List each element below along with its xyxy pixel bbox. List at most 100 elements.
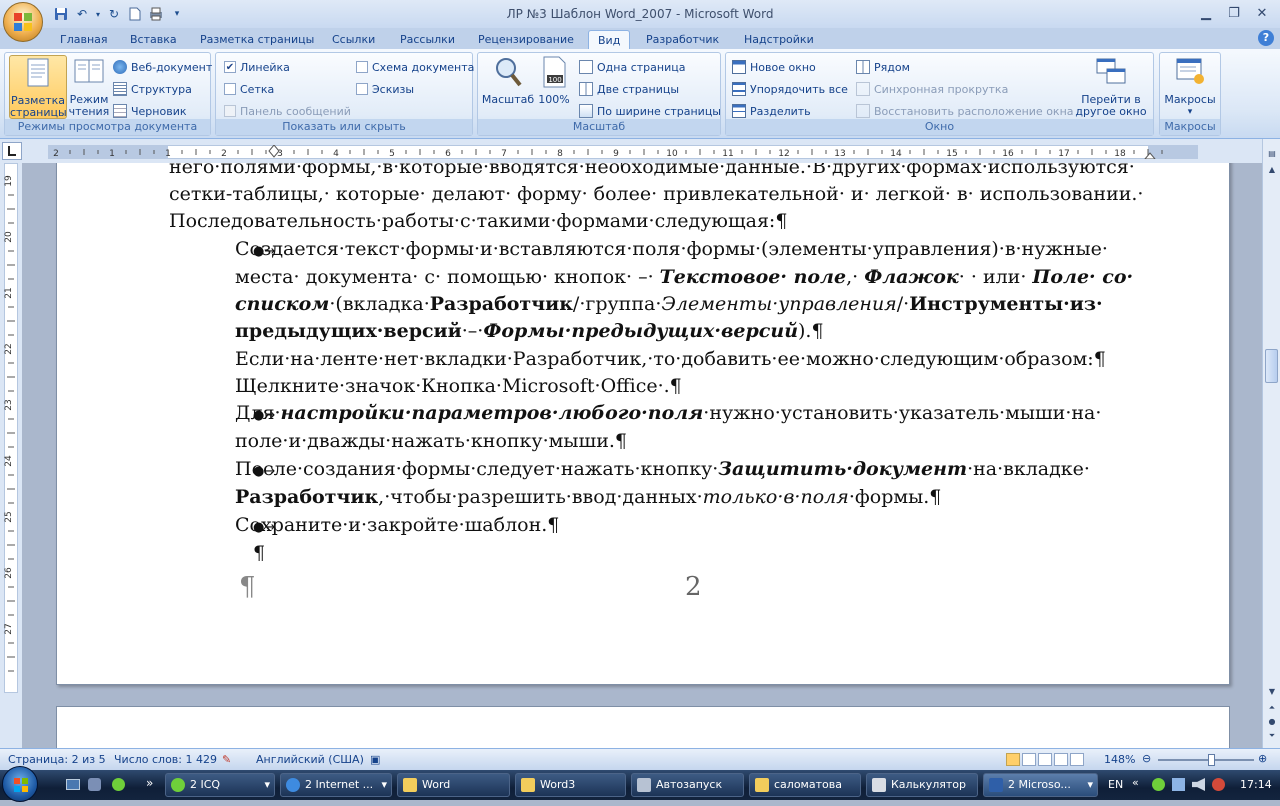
magnifier-icon xyxy=(496,58,522,87)
scrollbar-thumb[interactable] xyxy=(1265,349,1278,383)
taskbar-expand-icon[interactable]: » xyxy=(146,776,153,790)
folder-icon xyxy=(755,778,769,792)
new-window-button[interactable]: Новое окно xyxy=(732,57,816,77)
help-icon[interactable]: ? xyxy=(1258,30,1274,46)
minimize-button[interactable]: ▁ xyxy=(1192,2,1220,24)
scroll-up-arrow-icon[interactable]: ▲ xyxy=(1265,163,1279,177)
tab-home[interactable]: Главная xyxy=(51,30,117,50)
page-layout-button[interactable]: Разметка страницы xyxy=(9,55,67,119)
tab-review[interactable]: Рецензирование xyxy=(469,30,583,50)
close-button[interactable]: ✕ xyxy=(1248,2,1276,24)
macros-icon xyxy=(1176,58,1204,84)
tab-page-layout[interactable]: Разметка страницы xyxy=(191,30,323,50)
volume-tray-icon[interactable] xyxy=(1192,778,1205,791)
zoom-out-icon[interactable]: ⊖ xyxy=(1142,752,1151,765)
taskbar-item-calculator[interactable]: Калькулятор xyxy=(866,773,978,797)
tab-view[interactable]: Вид xyxy=(588,30,631,50)
language-status[interactable]: Английский (США) xyxy=(256,753,364,766)
browse-object-icon[interactable]: ● xyxy=(1265,715,1279,729)
vertical-scrollbar[interactable]: ▤ ▲ ▼ ⏶ ● ⏷ xyxy=(1262,139,1280,748)
message-bar-checkbox[interactable]: Панель сообщений xyxy=(224,101,351,121)
web-layout-button[interactable]: Веб-документ xyxy=(113,57,212,77)
taskbar-item-microsoft-word[interactable]: 2 Microso... ▾ xyxy=(983,773,1098,797)
split-button[interactable]: Разделить xyxy=(732,101,811,121)
taskbar-item-autoplay[interactable]: Автозапуск xyxy=(631,773,744,797)
document-map-checkbox[interactable]: Схема документа xyxy=(356,57,474,77)
horizontal-ruler[interactable]: 2 1 1 2 3 4 5 6 7 8 9 10 11 12 13 14 15 16 17 18 xyxy=(0,139,1280,163)
clock[interactable]: 17:14 xyxy=(1240,778,1272,791)
vertical-ruler[interactable]: 19 20 21 22 23 24 25 26 27 xyxy=(0,163,22,748)
ruler-number: 7 xyxy=(501,149,507,159)
tab-developer[interactable]: Разработчик xyxy=(637,30,728,50)
grid-checkbox[interactable]: Сетка xyxy=(224,79,274,99)
macros-button[interactable]: Макросы ▾ xyxy=(1162,55,1218,119)
synchronous-scrolling-button[interactable]: Синхронная прокрутка xyxy=(856,79,1008,99)
web-layout-icon xyxy=(113,60,127,74)
start-button[interactable] xyxy=(2,766,38,802)
taskbar-item-word-folder[interactable]: Word xyxy=(397,773,510,797)
full-reading-button[interactable]: Режим чтения xyxy=(67,55,111,119)
zoom-button[interactable]: Масштаб xyxy=(480,55,536,119)
page-width-button[interactable]: По ширине страницы xyxy=(579,101,721,121)
network-tray-icon[interactable] xyxy=(1172,778,1185,791)
zoom-in-icon[interactable]: ⊕ xyxy=(1258,752,1267,765)
taskbar-item-word3-folder[interactable]: Word3 xyxy=(515,773,626,797)
taskbar-item-salomatova[interactable]: саломатова xyxy=(749,773,861,797)
document-page[interactable]: него·полями·формы,·в·которые·вводятся·не… xyxy=(56,163,1230,685)
draft-view-icon[interactable] xyxy=(1070,753,1084,766)
view-ruler-toggle-icon[interactable]: ▤ xyxy=(1265,147,1279,161)
two-pages-button[interactable]: Две страницы xyxy=(579,79,679,99)
scroll-down-arrow-icon[interactable]: ▼ xyxy=(1265,685,1279,699)
ruler-number: 5 xyxy=(389,149,395,159)
bullet-line: предыдущих·версий·–·Формы·предыдущих·вер… xyxy=(235,320,824,342)
icq-icon[interactable] xyxy=(112,778,125,791)
input-language[interactable]: EN xyxy=(1108,778,1123,791)
print-layout-view-icon[interactable] xyxy=(1006,753,1020,766)
word-count-status[interactable]: Число слов: 1 429 xyxy=(114,753,217,766)
one-page-button[interactable]: Одна страница xyxy=(579,57,685,77)
previous-page-icon[interactable]: ⏶ xyxy=(1265,701,1279,715)
document-area[interactable]: него·полями·формы,·в·которые·вводятся·не… xyxy=(22,163,1262,748)
taskbar-item-icq[interactable]: 2 ICQ ▾ xyxy=(165,773,275,797)
reset-window-position-button[interactable]: Восстановить расположение окна xyxy=(856,101,1074,121)
tray-expand-icon[interactable]: « xyxy=(1132,776,1139,789)
page-count-status[interactable]: Страница: 2 из 5 xyxy=(8,753,106,766)
thumbnails-checkbox[interactable]: Эскизы xyxy=(356,79,414,99)
tab-addins[interactable]: Надстройки xyxy=(735,30,823,50)
office-button[interactable] xyxy=(3,2,43,42)
full-reading-icon xyxy=(74,59,104,83)
maximize-button[interactable]: ❐ xyxy=(1220,2,1248,24)
taskbar-item-internet[interactable]: 2 Internet ... ▾ xyxy=(280,773,392,797)
icq-tray-icon[interactable] xyxy=(1152,778,1165,791)
switch-windows-button[interactable]: Перейти в другое окно ▾ xyxy=(1072,55,1150,130)
page-layout-label: Разметка страницы xyxy=(10,94,67,119)
tab-insert[interactable]: Вставка xyxy=(121,30,186,50)
macro-record-icon[interactable]: ▣ xyxy=(370,753,380,766)
next-page-icon[interactable]: ⏷ xyxy=(1265,729,1279,743)
next-document-page[interactable] xyxy=(56,706,1230,748)
tab-references[interactable]: Ссылки xyxy=(323,30,384,50)
tab-stop-icon xyxy=(8,146,16,156)
show-desktop-icon[interactable] xyxy=(66,779,80,790)
zoom-slider-thumb[interactable] xyxy=(1208,754,1215,766)
tab-selector[interactable] xyxy=(2,142,22,160)
zoom-100-button[interactable]: 100 100% xyxy=(534,55,574,119)
outline-icon xyxy=(113,82,127,96)
quicklaunch-icon[interactable] xyxy=(88,778,101,791)
bullet-line: После·создания·формы·следует·нажать·кноп… xyxy=(235,458,1090,480)
page-width-icon xyxy=(579,104,593,118)
ruler-checkbox[interactable]: ✔ Линейка xyxy=(224,57,290,77)
zoom-level[interactable]: 148% xyxy=(1104,753,1135,766)
bullet-line: Разработчик,·чтобы·разрешить·ввод·данных… xyxy=(235,486,942,508)
draft-button[interactable]: Черновик xyxy=(113,101,187,121)
antivirus-tray-icon[interactable] xyxy=(1212,778,1225,791)
reading-view-icon[interactable] xyxy=(1022,753,1036,766)
proofing-icon[interactable]: ✎ xyxy=(222,753,231,766)
side-by-side-button[interactable]: Рядом xyxy=(856,57,910,77)
outline-button[interactable]: Структура xyxy=(113,79,192,99)
tab-mailings[interactable]: Рассылки xyxy=(391,30,464,50)
outline-view-icon[interactable] xyxy=(1054,753,1068,766)
web-view-icon[interactable] xyxy=(1038,753,1052,766)
arrange-all-button[interactable]: Упорядочить все xyxy=(732,79,848,99)
zoom-slider[interactable] xyxy=(1158,759,1254,761)
